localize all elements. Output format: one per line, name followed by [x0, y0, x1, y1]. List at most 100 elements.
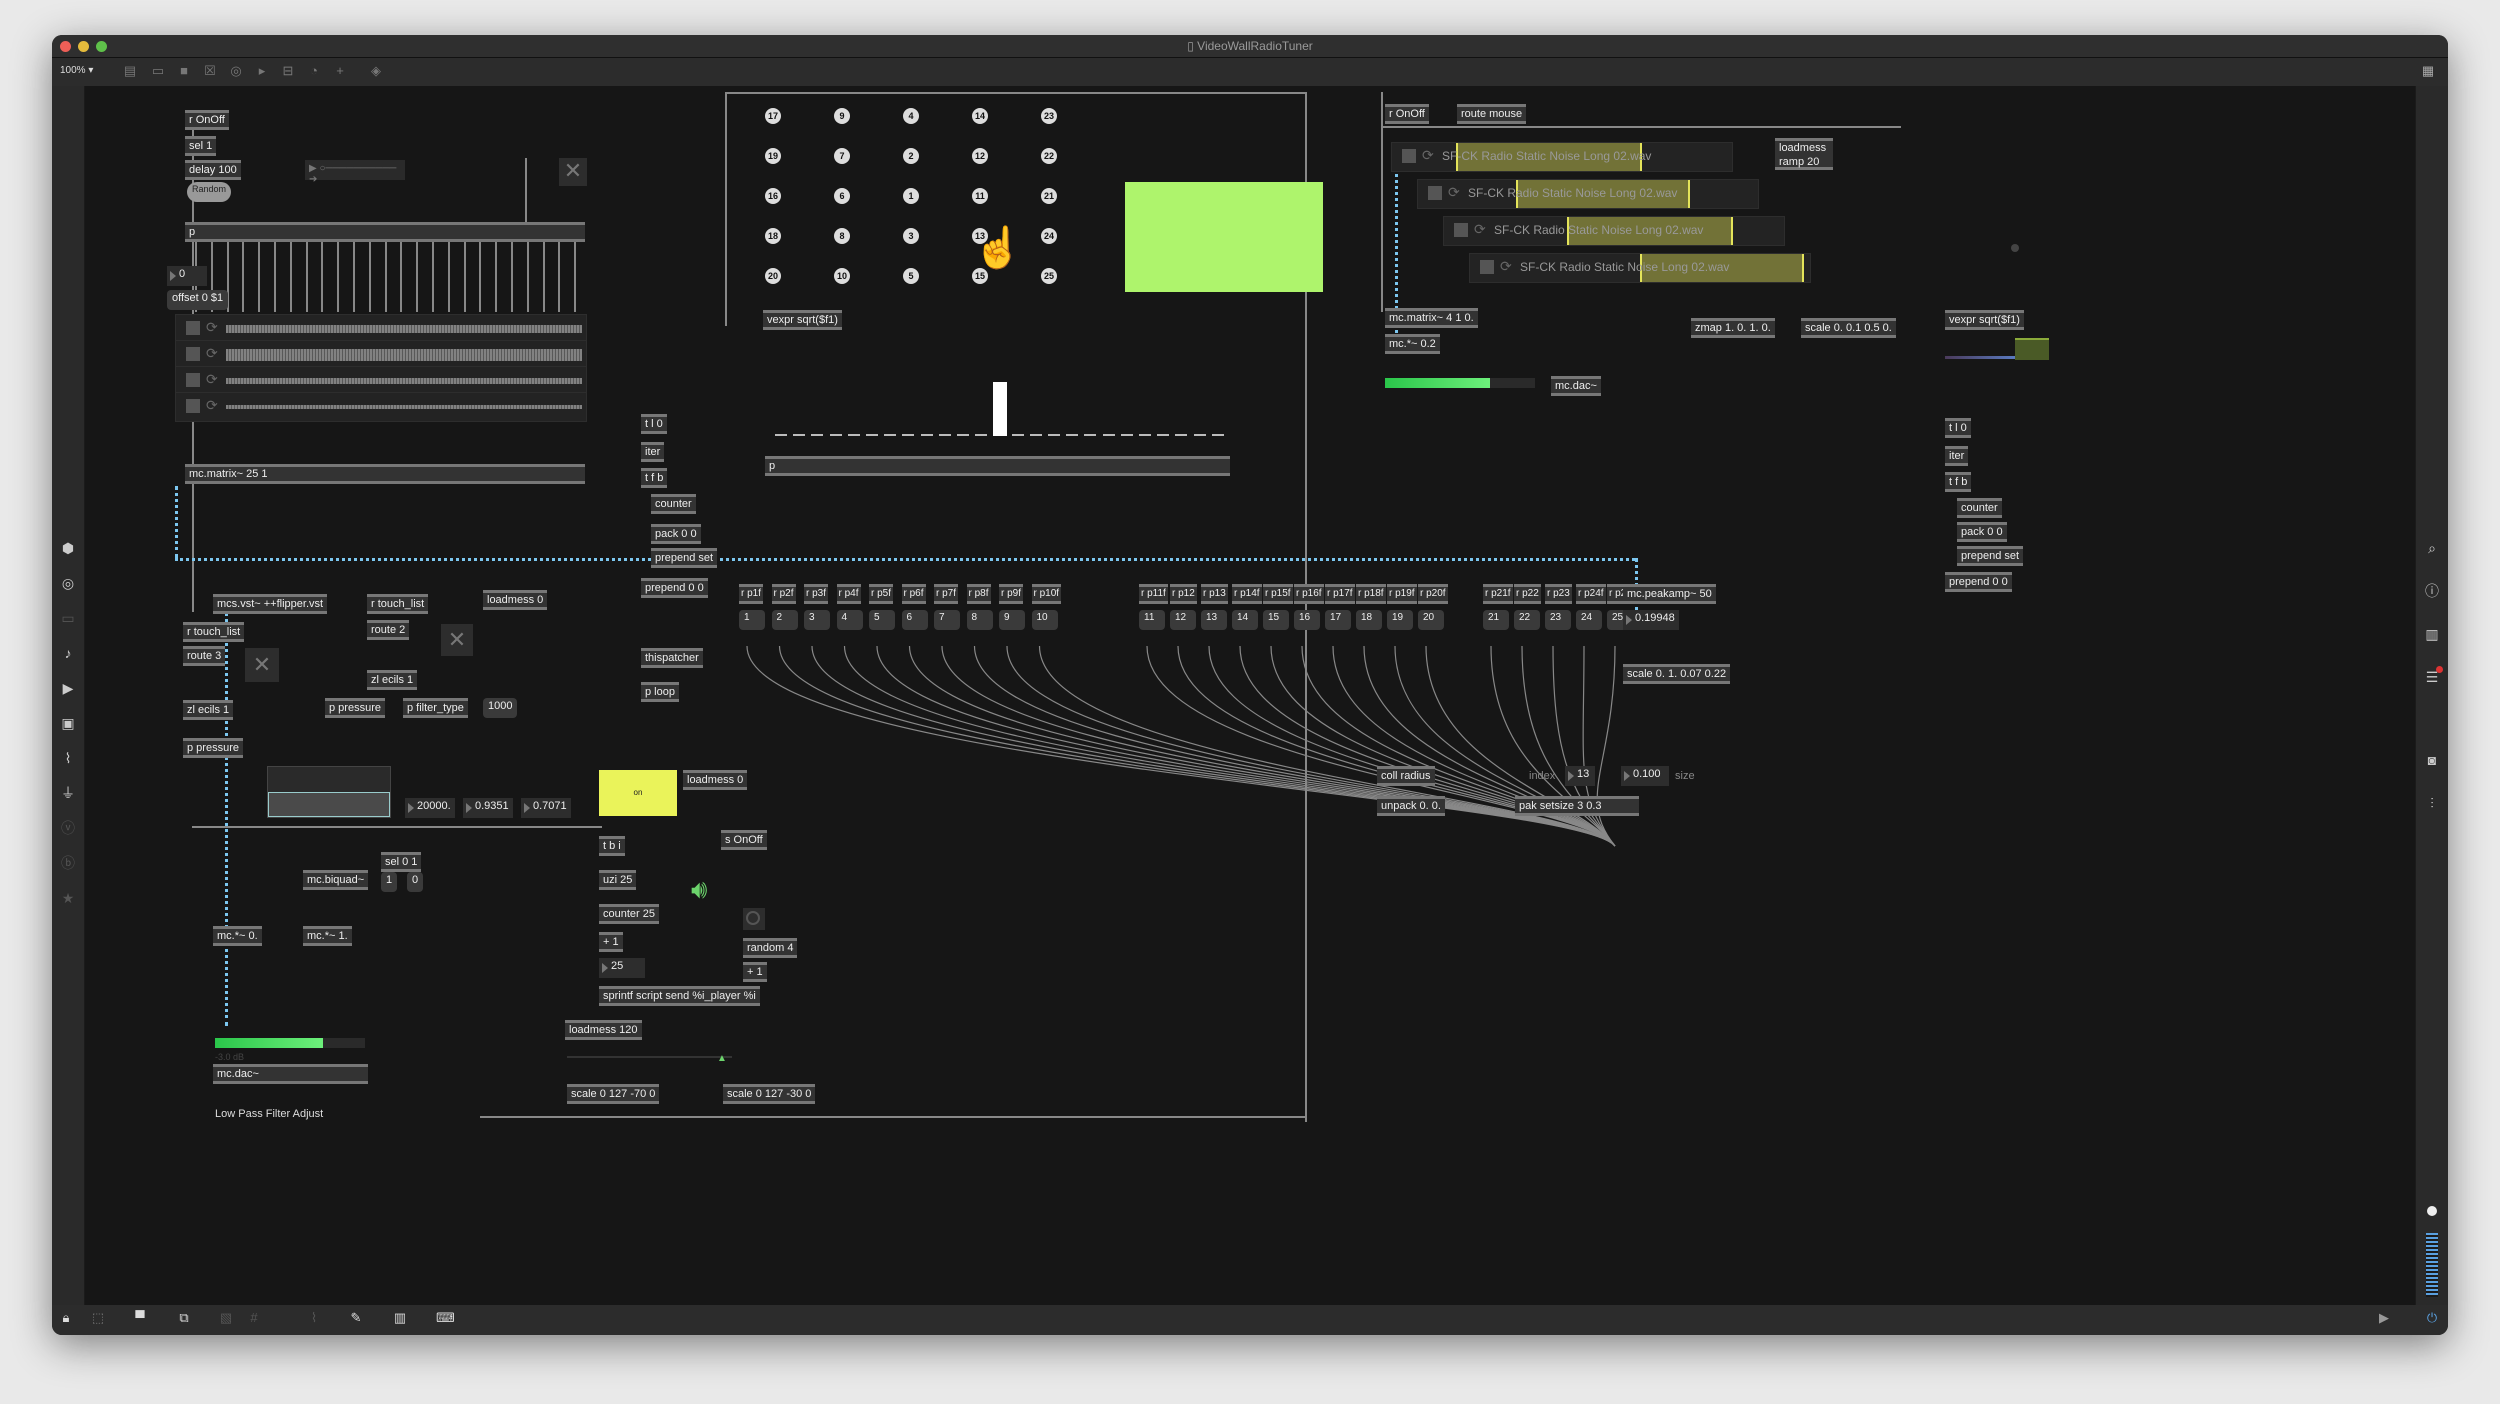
keyboard-icon[interactable]: ⌨ [436, 1310, 455, 1326]
plus-1-a[interactable]: + 1 [599, 932, 623, 952]
t-l-0-right[interactable]: t l 0 [1945, 418, 1971, 438]
index-number[interactable]: 13 [1565, 766, 1595, 786]
loadmess-120[interactable]: loadmess 120 [565, 1020, 642, 1040]
receive-object[interactable]: r p8f [966, 584, 991, 604]
multislider-bar-6[interactable] [866, 434, 878, 436]
multislider-bar-21[interactable] [1139, 434, 1151, 436]
receive-object[interactable]: r p1f [739, 584, 764, 604]
receive-object[interactable]: r p11f [1139, 584, 1168, 604]
index-message[interactable]: 2 [771, 610, 798, 630]
speaker-node-5[interactable]: 5 [903, 268, 919, 284]
window-icon[interactable]: ▭ [59, 609, 77, 627]
receive-object[interactable]: r p19f [1387, 584, 1417, 604]
comment-icon[interactable]: ▭ [150, 63, 166, 79]
t-f-b[interactable]: t f b [641, 468, 668, 488]
sel-0-1[interactable]: sel 0 1 [381, 852, 422, 872]
q-number[interactable]: 0.7071 [521, 798, 571, 818]
speaker-node-19[interactable]: 19 [765, 148, 781, 164]
stop-icon[interactable] [1454, 223, 1468, 237]
mc-mul-0[interactable]: mc.*~ 0. [213, 926, 262, 946]
multislider-bar-17[interactable] [1066, 434, 1079, 436]
multislider-bar-13[interactable] [993, 382, 1008, 436]
r-onoff-object[interactable]: r OnOff [185, 110, 229, 130]
index-message[interactable]: 4 [836, 610, 863, 630]
piano-icon[interactable]: ▥ [392, 1310, 408, 1326]
columns-icon[interactable]: ▥ [2423, 625, 2441, 643]
pak-setsize[interactable]: pak setsize 3 0.3 [1515, 796, 1639, 816]
receive-object[interactable]: r p17f [1325, 584, 1355, 604]
receive-object[interactable]: r p3f [804, 584, 829, 604]
onoff-toggle[interactable]: on [599, 770, 677, 816]
loop-icon[interactable]: ⟳ [1500, 258, 1512, 275]
index-message[interactable]: 20 [1418, 610, 1444, 630]
slider-thumb-icon[interactable]: ▲ [717, 1053, 727, 1064]
receive-object[interactable]: r p6f [901, 584, 926, 604]
search-icon[interactable]: ⌕ [2423, 539, 2441, 557]
loop-icon[interactable]: ⟳ [1448, 184, 1460, 201]
r-onoff-right[interactable]: r OnOff [1385, 104, 1429, 124]
button-icon[interactable]: ◎ [228, 63, 244, 79]
msg-1000[interactable]: 1000 [483, 698, 518, 718]
multislider-bar-23[interactable] [1175, 434, 1188, 436]
index-message[interactable]: 3 [804, 610, 830, 630]
receive-object[interactable]: r p7f [934, 584, 959, 604]
plug-icon[interactable]: ⏚ [59, 784, 77, 802]
route3-object[interactable]: route 3 [183, 646, 226, 666]
number-icon[interactable]: ▸ [254, 63, 270, 79]
plus-1-b[interactable]: + 1 [743, 962, 767, 982]
index-message[interactable]: 12 [1170, 610, 1196, 630]
peak-value[interactable]: 0.19948 [1623, 610, 1679, 630]
receive-object[interactable]: r p22 [1514, 584, 1541, 604]
speaker-node-10[interactable]: 10 [834, 268, 850, 284]
playbar[interactable]: ▶ ○────────── ➔ [305, 160, 405, 185]
p-subpatch[interactable]: p [185, 222, 585, 242]
p-filter-type[interactable]: p filter_type [403, 698, 468, 718]
stop-icon[interactable] [1428, 186, 1442, 200]
index-message[interactable]: 7 [934, 610, 960, 630]
v-icon[interactable]: ⓥ [59, 819, 77, 837]
scale-70[interactable]: scale 0 127 -70 0 [567, 1084, 660, 1104]
sprintf-object[interactable]: sprintf script send %i_player %i [599, 986, 760, 1006]
sliders-icon[interactable]: ⫶ [2423, 794, 2441, 812]
zoom-select[interactable]: 100% ▾ [60, 65, 93, 76]
mc-matrix-object[interactable]: mc.matrix~ 25 1 [185, 464, 585, 484]
presentation-icon[interactable]: ▀ [132, 1310, 148, 1326]
paint-bucket-icon[interactable]: ◈ [368, 63, 384, 79]
speaker-node-1[interactable]: 1 [903, 188, 919, 204]
speaker-node-20[interactable]: 20 [765, 268, 781, 284]
speaker-node-18[interactable]: 18 [765, 228, 781, 244]
pack-right[interactable]: pack 0 0 [1957, 522, 2007, 542]
multislider-bar-15[interactable] [1029, 434, 1042, 436]
wrench-icon[interactable]: ✎ [348, 1310, 364, 1326]
mc-matrix-4[interactable]: mc.matrix~ 4 1 0. [1385, 308, 1478, 328]
speaker-node-2[interactable]: 2 [903, 148, 919, 164]
receive-object[interactable]: r p10f [1031, 584, 1062, 604]
multislider-bar-19[interactable] [1102, 434, 1115, 436]
mc-dac-right[interactable]: mc.dac~ [1551, 376, 1601, 396]
toggle-icon[interactable]: ☒ [202, 63, 218, 79]
zl-ecils-object-2[interactable]: zl ecils 1 [367, 670, 418, 690]
iter-object[interactable]: iter [641, 442, 665, 462]
patch-canvas[interactable]: r OnOff sel 1 delay 100 Random ▶ ○──────… [85, 86, 2415, 1305]
sel-object[interactable]: sel 1 [185, 136, 217, 156]
speaker-node-12[interactable]: 12 [972, 148, 988, 164]
toggle-2[interactable]: ✕ [441, 624, 473, 656]
receive-object[interactable]: r p4f [836, 584, 861, 604]
index-message[interactable]: 5 [869, 610, 895, 630]
sfplay-row-1[interactable]: ⟳ SF-CK Radio Static Noise Long 02.wav [1391, 142, 1733, 172]
play-icon[interactable]: ▶ [2376, 1310, 2392, 1326]
scale-30[interactable]: scale 0 127 -30 0 [723, 1084, 816, 1104]
route2-object[interactable]: route 2 [367, 620, 410, 640]
touch-list-receive-2[interactable]: r touch_list [367, 594, 429, 614]
p-pressure-1[interactable]: p pressure [183, 738, 243, 758]
index-message[interactable]: 8 [966, 610, 993, 630]
index-message[interactable]: 1 [739, 610, 765, 630]
speaker-node-8[interactable]: 8 [834, 228, 850, 244]
index-message[interactable]: 18 [1356, 610, 1382, 630]
multislider-bar-11[interactable] [957, 434, 969, 436]
speaker-node-6[interactable]: 6 [834, 188, 850, 204]
uzi-object[interactable]: uzi 25 [599, 870, 637, 890]
select-icon[interactable]: ⬚ [90, 1310, 106, 1326]
receive-object[interactable]: r p9f [999, 584, 1024, 604]
pack-object[interactable]: pack 0 0 [651, 524, 701, 544]
